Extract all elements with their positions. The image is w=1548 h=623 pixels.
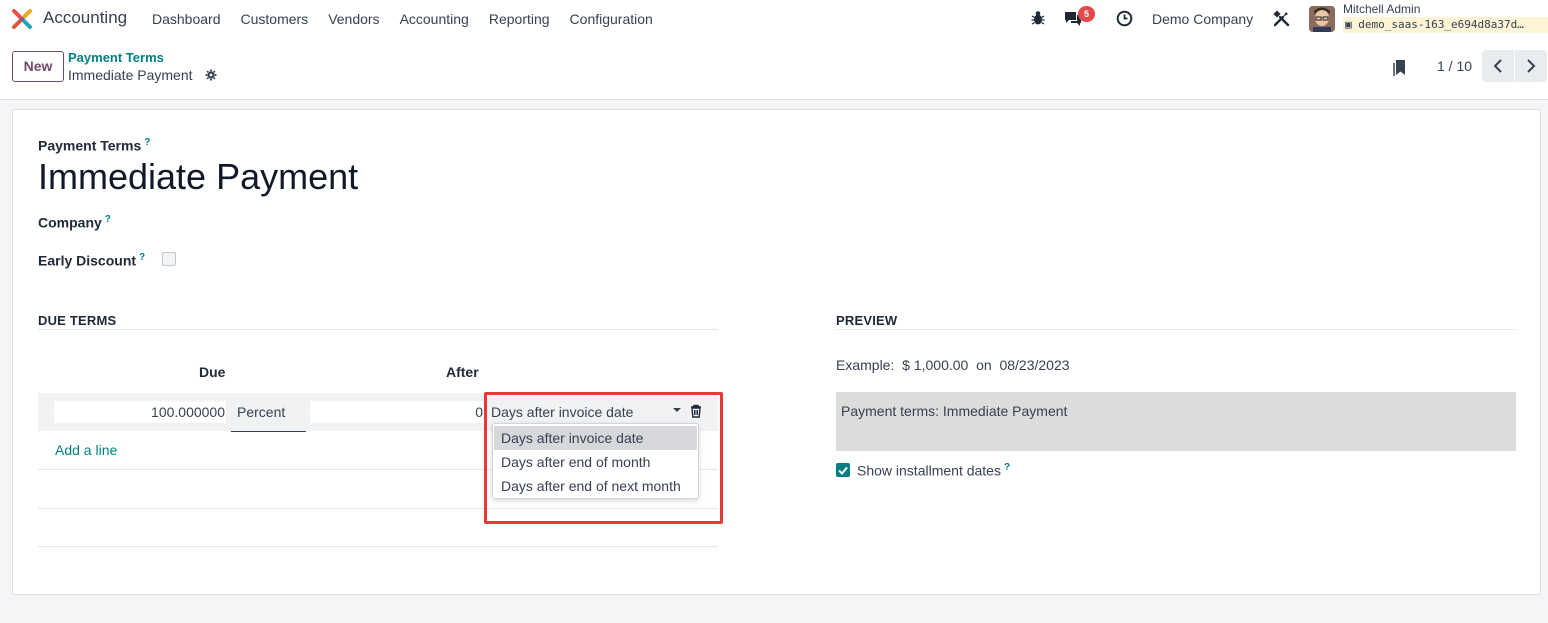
- preview-title: PREVIEW: [836, 313, 898, 328]
- show-installments-checkbox[interactable]: [836, 463, 850, 477]
- tools-icon[interactable]: [1273, 10, 1290, 27]
- help-icon[interactable]: ?: [1004, 462, 1010, 473]
- add-a-line-link[interactable]: Add a line: [55, 442, 117, 458]
- menu-item-dashboard[interactable]: Dashboard: [152, 11, 221, 27]
- column-due[interactable]: Due: [199, 364, 225, 380]
- example-on: on: [976, 357, 992, 373]
- column-after[interactable]: After: [446, 364, 479, 380]
- menu-item-reporting[interactable]: Reporting: [489, 11, 550, 27]
- company-label: Company?: [38, 214, 111, 231]
- menu-item-customers[interactable]: Customers: [241, 11, 309, 27]
- clock-icon[interactable]: [1116, 10, 1133, 27]
- menu-item-accounting[interactable]: Accounting: [400, 11, 469, 27]
- company-switcher[interactable]: Demo Company: [1152, 11, 1253, 27]
- preview-divider: [836, 329, 1516, 330]
- dropdown-option-end-of-next-month[interactable]: Days after end of next month: [494, 474, 697, 498]
- database-icon: ▣: [1345, 18, 1352, 31]
- caret-down-icon[interactable]: [673, 408, 681, 412]
- help-icon[interactable]: ?: [144, 137, 150, 148]
- form-sheet: Payment Terms? Immediate Payment Company…: [12, 109, 1541, 595]
- gear-icon[interactable]: [205, 69, 217, 81]
- value-type-underline: [231, 431, 306, 432]
- main-menu: Dashboard Customers Vendors Accounting R…: [152, 11, 673, 27]
- database-label: demo_saas-163_e694d8a37d…: [1358, 18, 1524, 31]
- checkmark-icon: [838, 466, 848, 475]
- due-terms-title: DUE TERMS: [38, 313, 117, 328]
- chat-badge: 5: [1078, 6, 1095, 22]
- title-label-text: Payment Terms: [38, 137, 142, 154]
- early-discount-checkbox[interactable]: [162, 252, 176, 266]
- trash-icon[interactable]: [690, 404, 702, 418]
- row-divider: [38, 546, 718, 547]
- example-label: Example:: [836, 357, 895, 373]
- early-discount-label: Early Discount?: [38, 252, 145, 269]
- pager-previous-button[interactable]: [1482, 50, 1514, 82]
- due-terms-divider: [38, 329, 718, 330]
- database-name: ▣ demo_saas-163_e694d8a37d…: [1343, 17, 1548, 33]
- user-name[interactable]: Mitchell Admin: [1343, 2, 1420, 16]
- chevron-right-icon: [1527, 59, 1536, 73]
- example-amount[interactable]: $ 1,000.00: [902, 357, 968, 373]
- new-button[interactable]: New: [12, 51, 64, 82]
- bug-icon[interactable]: [1031, 10, 1045, 26]
- control-panel: New Payment Terms Immediate Payment 1 / …: [0, 38, 1548, 100]
- row-divider: [38, 508, 718, 509]
- preview-example: Example: $ 1,000.00 on 08/23/2023: [836, 357, 1070, 373]
- delay-type-dropdown: Days after invoice date Days after end o…: [492, 423, 699, 499]
- help-icon[interactable]: ?: [105, 214, 111, 225]
- pager-next-button[interactable]: [1515, 50, 1547, 82]
- early-discount-label-text: Early Discount: [38, 252, 137, 269]
- breadcrumb-payment-terms[interactable]: Payment Terms: [68, 50, 164, 65]
- delay-type-select[interactable]: Days after invoice date: [491, 401, 681, 423]
- preview-box: Payment terms: Immediate Payment: [836, 392, 1516, 451]
- pager-value[interactable]: 1 / 10: [1437, 58, 1472, 74]
- user-avatar[interactable]: [1309, 6, 1335, 32]
- accounting-app-icon[interactable]: [11, 8, 33, 30]
- top-navbar: Accounting Dashboard Customers Vendors A…: [0, 0, 1548, 38]
- title-label: Payment Terms?: [38, 137, 150, 154]
- show-installments-text: Show installment dates: [857, 462, 1001, 479]
- show-installments-label: Show installment dates?: [857, 462, 1010, 479]
- bookmark-icon[interactable]: [1393, 59, 1407, 77]
- chevron-left-icon: [1493, 59, 1502, 73]
- example-date[interactable]: 08/23/2023: [999, 357, 1069, 373]
- preview-terms-text: Payment terms: Immediate Payment: [841, 403, 1068, 419]
- company-label-text: Company: [38, 214, 102, 231]
- payment-term-name[interactable]: Immediate Payment: [38, 156, 358, 198]
- app-name[interactable]: Accounting: [43, 8, 127, 28]
- days-input[interactable]: 0: [310, 401, 485, 423]
- menu-item-configuration[interactable]: Configuration: [570, 11, 653, 27]
- dropdown-option-end-of-month[interactable]: Days after end of month: [494, 450, 697, 474]
- menu-item-vendors[interactable]: Vendors: [328, 11, 379, 27]
- value-type-select[interactable]: Percent: [231, 401, 305, 423]
- help-icon[interactable]: ?: [139, 252, 145, 263]
- dropdown-option-invoice-date[interactable]: Days after invoice date: [494, 426, 697, 450]
- due-value-input[interactable]: 100.000000: [54, 401, 226, 423]
- breadcrumb-current: Immediate Payment: [68, 67, 193, 83]
